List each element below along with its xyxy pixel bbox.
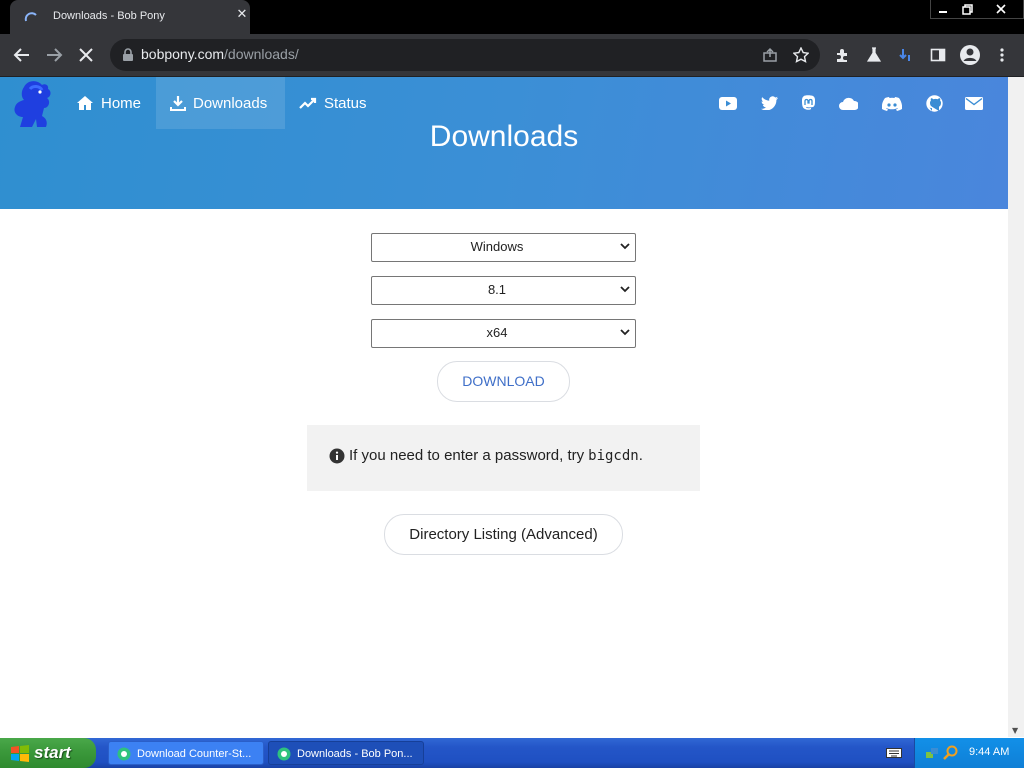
site-header: Home Downloads Status Downloads bbox=[0, 77, 1008, 209]
taskbar: start Download Counter-St... Downloads -… bbox=[0, 738, 1024, 768]
version-select-value: 8.1 bbox=[487, 282, 507, 297]
notice-message: If you need to enter a password, try bbox=[349, 447, 585, 464]
notice-password: bigcdn bbox=[588, 447, 639, 464]
app-icon bbox=[277, 747, 291, 761]
tab-title: Downloads - Bob Pony bbox=[53, 10, 165, 22]
notice-period: . bbox=[638, 447, 643, 464]
page-scrollbar[interactable]: ▼ bbox=[1008, 77, 1024, 737]
tab-strip: Downloads - Bob Pony ✕ bbox=[0, 0, 1024, 34]
loading-spinner-icon bbox=[24, 12, 37, 22]
taskbar-item-label: Downloads - Bob Pon... bbox=[297, 748, 413, 760]
taskbar-item-label: Download Counter-St... bbox=[137, 748, 252, 760]
browser-tab[interactable]: Downloads - Bob Pony ✕ bbox=[10, 0, 250, 34]
forward-icon[interactable] bbox=[42, 43, 66, 67]
url-text: bobpony.com/downloads/ bbox=[141, 46, 299, 62]
restore-icon[interactable] bbox=[955, 0, 979, 18]
info-icon bbox=[329, 448, 345, 463]
os-select-value: Windows bbox=[470, 239, 524, 254]
scroll-down-arrow-icon[interactable]: ▼ bbox=[1012, 726, 1018, 735]
youtube-icon[interactable] bbox=[718, 93, 738, 113]
side-panel-icon[interactable] bbox=[926, 43, 950, 67]
cloud-icon[interactable] bbox=[838, 93, 858, 113]
chevron-down-icon bbox=[620, 329, 630, 336]
version-select[interactable]: 8.1 bbox=[371, 276, 636, 305]
url-domain: bobpony.com bbox=[141, 46, 225, 62]
network-icon[interactable] bbox=[925, 746, 939, 760]
nav-downloads-label: Downloads bbox=[193, 94, 268, 112]
trending-up-icon bbox=[299, 97, 317, 109]
home-icon bbox=[77, 96, 93, 110]
lock-icon bbox=[123, 48, 133, 61]
minimize-icon[interactable] bbox=[931, 0, 955, 18]
search-icon[interactable] bbox=[943, 745, 959, 761]
menu-kebab-icon[interactable] bbox=[990, 43, 1014, 67]
bookmark-star-icon[interactable] bbox=[793, 47, 809, 63]
clock: 9:44 AM bbox=[969, 746, 1010, 758]
app-icon bbox=[117, 747, 131, 761]
mail-icon[interactable] bbox=[964, 93, 984, 113]
tab-close-icon[interactable]: ✕ bbox=[234, 7, 250, 23]
window-controls bbox=[930, 0, 1024, 19]
labs-flask-icon[interactable] bbox=[862, 43, 886, 67]
keyboard-icon[interactable] bbox=[886, 747, 902, 759]
url-path: /downloads/ bbox=[224, 46, 299, 62]
system-tray: 9:44 AM bbox=[914, 738, 1024, 768]
chevron-down-icon bbox=[620, 286, 630, 293]
os-select[interactable]: Windows bbox=[371, 233, 636, 262]
password-notice: If you need to enter a password, try big… bbox=[307, 425, 700, 491]
browser-toolbar: bobpony.com/downloads/ bbox=[0, 34, 1024, 77]
start-button[interactable]: start bbox=[0, 738, 96, 768]
back-icon[interactable] bbox=[10, 43, 34, 67]
window-close-icon[interactable] bbox=[979, 0, 1023, 18]
nav-home-label: Home bbox=[101, 94, 142, 112]
extensions-icon[interactable] bbox=[830, 43, 854, 67]
start-label: start bbox=[34, 743, 71, 762]
directory-listing-button[interactable]: Directory Listing (Advanced) bbox=[384, 514, 623, 555]
taskbar-item[interactable]: Download Counter-St... bbox=[108, 741, 264, 765]
arch-select[interactable]: x64 bbox=[371, 319, 636, 348]
taskbar-item[interactable]: Downloads - Bob Pon... bbox=[268, 741, 424, 765]
share-icon[interactable] bbox=[762, 47, 778, 63]
stop-icon[interactable] bbox=[74, 43, 98, 67]
notice-text: If you need to enter a password, try big… bbox=[329, 447, 643, 464]
download-progress-icon[interactable] bbox=[894, 43, 918, 67]
discord-icon[interactable] bbox=[882, 93, 902, 113]
mastodon-icon[interactable] bbox=[798, 93, 818, 113]
github-icon[interactable] bbox=[924, 93, 944, 113]
arch-select-value: x64 bbox=[486, 325, 508, 340]
chevron-down-icon bbox=[620, 243, 630, 250]
windows-flag-icon bbox=[11, 745, 29, 762]
nav-status-label: Status bbox=[324, 94, 367, 112]
profile-avatar-icon[interactable] bbox=[958, 43, 982, 67]
twitter-icon[interactable] bbox=[759, 93, 779, 113]
address-bar[interactable]: bobpony.com/downloads/ bbox=[110, 39, 820, 71]
download-icon bbox=[170, 96, 186, 111]
page-title: Downloads bbox=[429, 120, 579, 153]
download-button[interactable]: DOWNLOAD bbox=[437, 361, 570, 402]
